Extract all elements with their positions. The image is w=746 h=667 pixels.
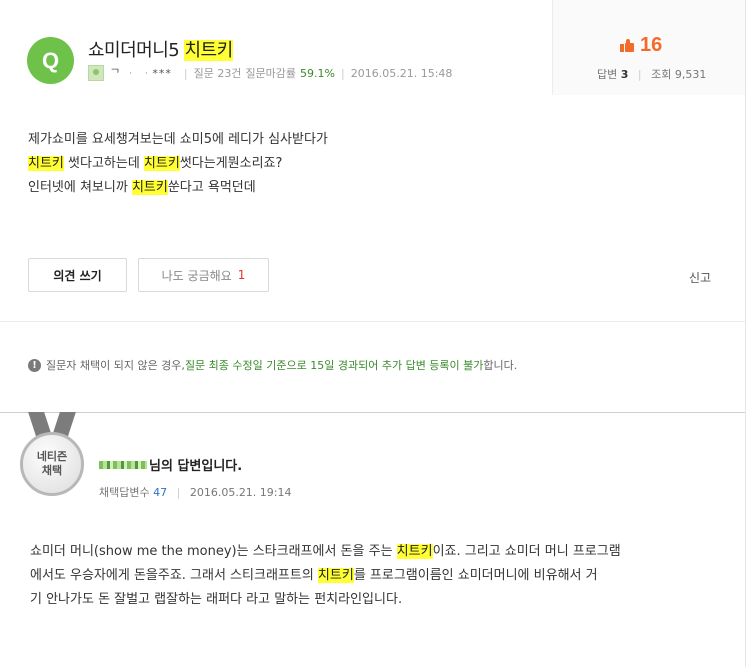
netizen-pick-medal-icon: 네티즌 채택 [20, 412, 84, 498]
question-count: 질문 23건 [193, 67, 242, 80]
info-icon: ! [28, 358, 41, 372]
question-title: 쇼미더머니5 치트키 [88, 36, 233, 62]
answer-text: 이죠. 그리고 쇼미더 머니 프로그램 [432, 544, 621, 559]
question-line: 인터넷에 쳐보니까 치트키쑨다고 욕먹던데 [28, 176, 328, 200]
keyword-highlight: 치트키 [143, 156, 180, 171]
stats-line: 답변 3 | 조회 9,531 [597, 66, 706, 82]
user-avatar-icon[interactable] [88, 65, 104, 81]
question-text: 썻다고하는데 [63, 156, 144, 171]
notice-text: 질문자 채택이 되지 않은 경우, [46, 359, 185, 372]
question-title-highlight: 치트키 [184, 40, 233, 61]
answer-body: 쇼미더 머니(show me the money)는 스타크래프에서 돈을 주는… [30, 540, 720, 612]
question-stats-panel: 16 답변 3 | 조회 9,531 [552, 0, 745, 95]
close-rate-value: 59.1% [300, 66, 335, 80]
selected-answers-count: 47 [153, 486, 168, 499]
answer-text: 쇼미더 머니(show me the money)는 스타크래프에서 돈을 주는 [30, 544, 397, 559]
answers-count: 3 [620, 68, 629, 81]
like-counter[interactable]: 16 [620, 34, 662, 57]
write-opinion-button[interactable]: 의견 쓰기 [28, 258, 127, 292]
answerer-heading: 님의 답변입니다. [99, 455, 242, 474]
asker-name[interactable]: ᄀ ᆞ ᆞ*** [110, 65, 172, 81]
meta-separator: | [176, 486, 181, 499]
meta-separator: | [183, 66, 188, 80]
question-text: 인터넷에 쳐보니까 [28, 180, 132, 195]
answerer-name-mosaic[interactable] [99, 460, 147, 469]
question-datetime: 2016.05.21. 15:48 [350, 66, 453, 80]
close-rate-label: 질문마감률 [245, 67, 297, 80]
keyword-highlight: 치트키 [28, 156, 64, 171]
me-too-count: 1 [237, 268, 246, 282]
keyword-highlight: 치트키 [131, 180, 168, 195]
stats-separator: | [637, 68, 642, 81]
notice-text: 합니다. [483, 359, 518, 372]
question-text: 쑨다고 욕먹던데 [167, 180, 256, 195]
thumbs-up-icon [620, 39, 634, 52]
question-title-text: 쇼미더머니5 [88, 40, 185, 61]
answer-closed-notice: ! 질문자 채택이 되지 않은 경우, 질문 최종 수정일 기준으로 15일 경… [28, 357, 517, 373]
views-count: 9,531 [674, 68, 707, 81]
keyword-highlight: 치트키 [396, 544, 433, 559]
report-link[interactable]: 신고 [689, 269, 711, 286]
answer-text: 에서도 우승자에게 돈을주죠. 그래서 스티크래프트의 [30, 568, 318, 583]
answer-text: 를 프로그램이름인 쇼미더머니에 비유해서 거 [353, 568, 598, 583]
answer-meta: 채택답변수 47 | 2016.05.21. 19:14 [99, 484, 292, 500]
meta-separator: | [341, 66, 345, 80]
views-label: 조회 [651, 68, 672, 81]
answer-datetime: 2016.05.21. 19:14 [189, 486, 292, 499]
notice-emphasis: 질문 최종 수정일 기준으로 15일 경과되어 추가 답변 등록이 불가 [184, 359, 484, 372]
me-too-curious-button[interactable]: 나도 궁금해요 1 [138, 258, 269, 292]
selected-answers-label: 채택답변수 [99, 486, 150, 499]
answerer-suffix: 님의 답변입니다. [149, 459, 243, 474]
answer-line: 에서도 우승자에게 돈을주죠. 그래서 스티크래프트의 치트키를 프로그램이름인… [30, 564, 720, 588]
answer-line: 기 안나가도 돈 잘벌고 랩잘하는 래퍼다 라고 말하는 펀치라인입니다. [30, 592, 403, 607]
medal-label: 채택 [41, 464, 63, 477]
answers-label: 답변 [597, 68, 618, 81]
question-meta: ᄀ ᆞ ᆞ*** | 질문 23건 질문마감률 59.1% | 2016.05.… [88, 65, 452, 81]
keyword-highlight: 치트키 [317, 568, 354, 583]
me-too-label: 나도 궁금해요 [161, 268, 232, 283]
answer-divider [0, 412, 745, 413]
medal-face: 네티즌 채택 [20, 432, 84, 496]
question-body: 제가쇼미를 요세챙겨보는데 쇼미5에 레디가 심사받다가 치트키 썻다고하는데 … [28, 128, 328, 200]
question-line: 제가쇼미를 요세챙겨보는데 쇼미5에 레디가 심사받다가 [28, 132, 328, 147]
question-badge-icon: Q [27, 37, 74, 84]
like-count: 16 [640, 34, 663, 56]
question-line: 치트키 썻다고하는데 치트키썻다는게뭔소리죠? [28, 152, 328, 176]
medal-label: 네티즌 [36, 450, 68, 463]
section-divider [0, 321, 745, 322]
question-text: 썻다는게뭔소리죠? [179, 156, 283, 171]
answer-line: 쇼미더 머니(show me the money)는 스타크래프에서 돈을 주는… [30, 540, 720, 564]
